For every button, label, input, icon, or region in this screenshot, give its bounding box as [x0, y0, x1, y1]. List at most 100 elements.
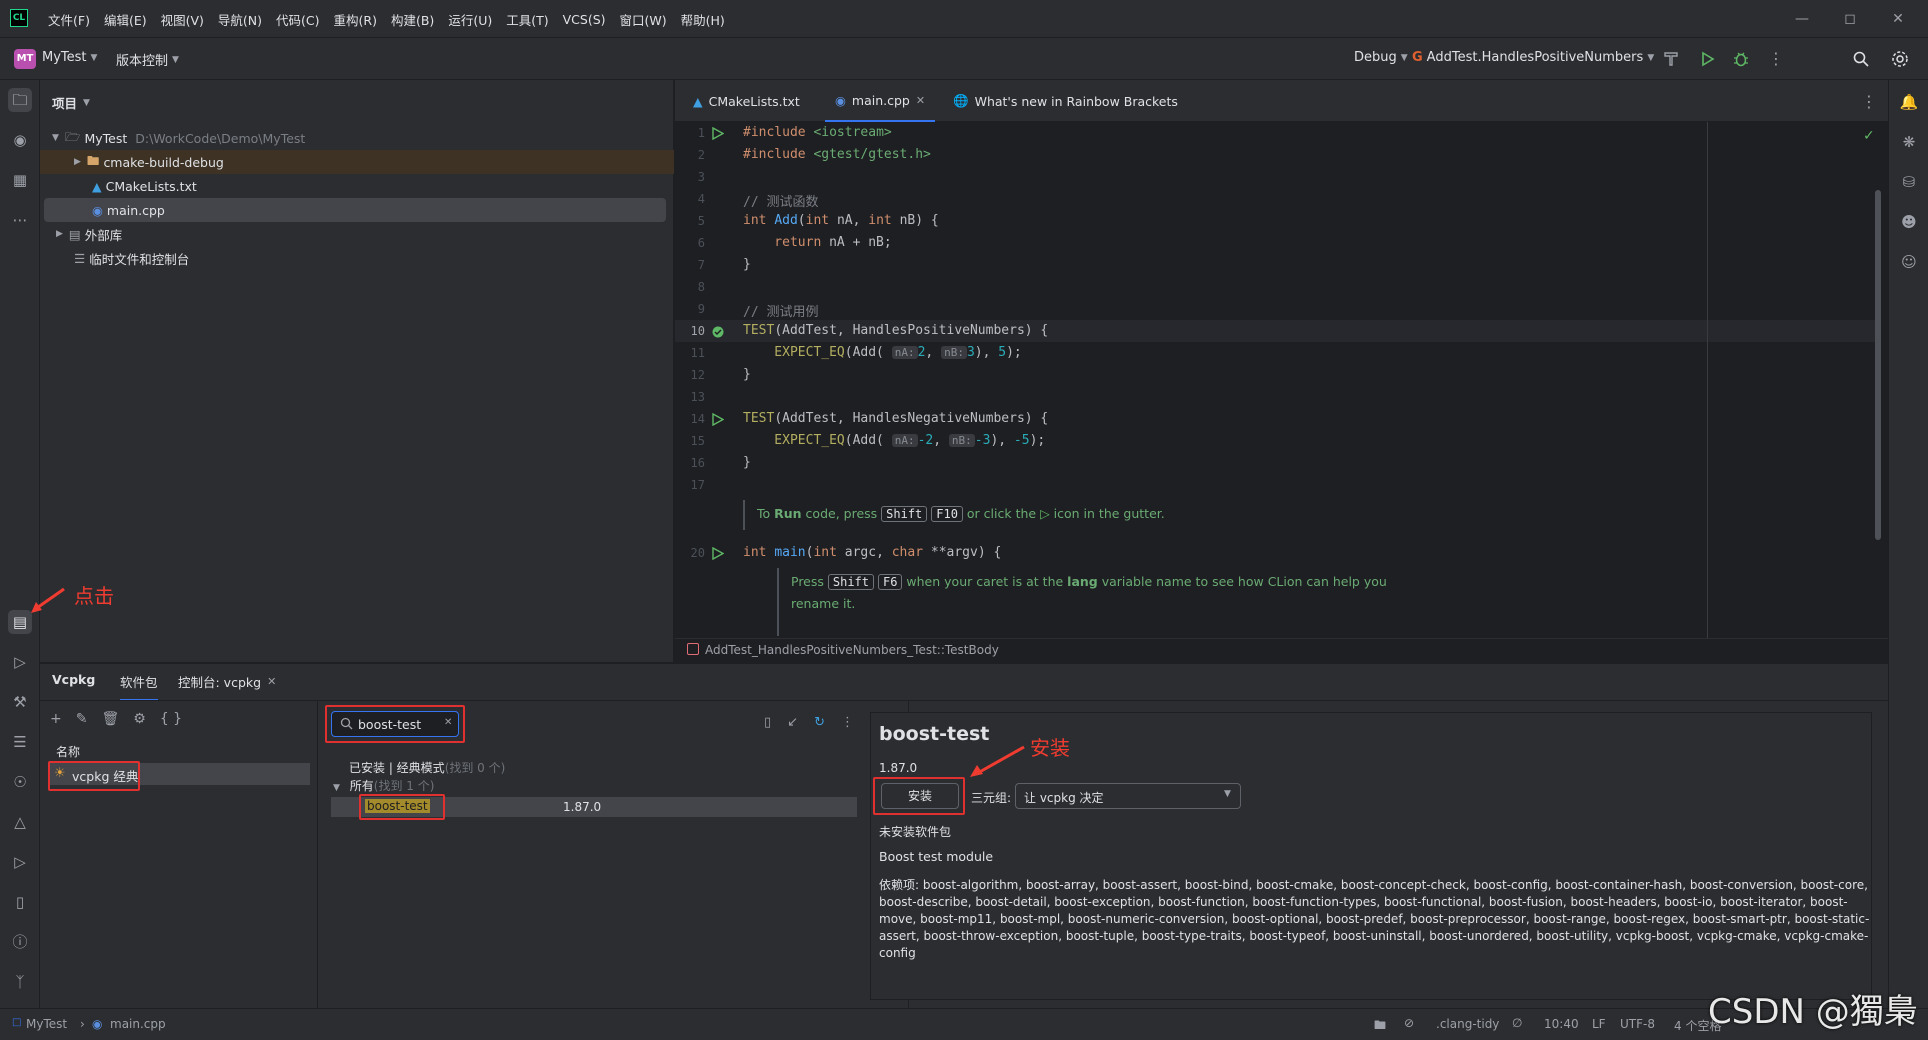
- status-file[interactable]: main.cpp: [110, 1017, 166, 1031]
- more-icon[interactable]: ⋮: [841, 715, 854, 730]
- edit-pencil-icon[interactable]: ✎: [76, 711, 88, 727]
- build-tool-icon[interactable]: ⚒: [8, 690, 32, 714]
- gutter-run-icon[interactable]: [711, 127, 724, 140]
- code-line[interactable]: }: [743, 455, 751, 470]
- code-line[interactable]: TEST(AddTest, HandlesPositiveNumbers) {: [743, 323, 1048, 338]
- cmake-icon[interactable]: △: [8, 810, 32, 834]
- menu-code[interactable]: 代码(C): [276, 10, 319, 29]
- close-tab-icon[interactable]: ✕: [916, 94, 925, 107]
- build-hammer-icon[interactable]: [1662, 50, 1680, 68]
- status-project[interactable]: MyTest: [26, 1017, 67, 1031]
- git-icon[interactable]: ᛉ: [8, 970, 32, 994]
- code-line[interactable]: // 测试用例: [743, 301, 818, 320]
- tree-item-cmakelists[interactable]: ▲ CMakeLists.txt: [40, 174, 674, 198]
- maximize-icon[interactable]: ◻: [1838, 8, 1862, 30]
- code-line[interactable]: #include <iostream>: [743, 125, 892, 140]
- copilot-chat-icon[interactable]: ☺: [1897, 250, 1921, 274]
- code-line[interactable]: EXPECT_EQ(Add( nA: -2, nB: -3), -5);: [743, 433, 1045, 448]
- collapse-icon[interactable]: ↙: [787, 715, 798, 730]
- status-line-separator[interactable]: LF: [1592, 1017, 1606, 1031]
- todo-icon[interactable]: ☰: [8, 730, 32, 754]
- triplet-select[interactable]: 让 vcpkg 决定 ▼: [1015, 783, 1241, 809]
- menu-edit[interactable]: 编辑(E): [104, 10, 147, 29]
- tab-vcpkg[interactable]: Vcpkg: [52, 672, 95, 687]
- code-line[interactable]: #include <gtest/gtest.h>: [743, 147, 931, 162]
- code-line[interactable]: EXPECT_EQ(Add( nA: 2, nB: 3), 5);: [743, 345, 1021, 360]
- folder-icon[interactable]: 🖿: [1374, 1016, 1386, 1037]
- tab-cmakelists[interactable]: ▲ CMakeLists.txt: [683, 80, 810, 122]
- run-config-select[interactable]: G AddTest.HandlesPositiveNumbers ▼: [1412, 50, 1654, 65]
- tree-root[interactable]: ▼ 🗁 MyTest D:\WorkCode\Demo\MyTest: [40, 126, 674, 150]
- menu-view[interactable]: 视图(V): [161, 10, 204, 29]
- tree-item-main-cpp[interactable]: ◉ main.cpp: [44, 198, 666, 222]
- tree-item-cmake-build-debug[interactable]: ▶ 🖿 cmake-build-debug: [40, 150, 674, 174]
- menu-window[interactable]: 窗口(W): [620, 10, 667, 29]
- database-icon[interactable]: ⛁: [1897, 170, 1921, 194]
- code-line[interactable]: }: [743, 257, 751, 272]
- terminal-icon[interactable]: ▯: [764, 715, 771, 730]
- close-tab-icon[interactable]: ✕: [267, 675, 276, 688]
- structure-icon[interactable]: ▦: [8, 168, 32, 192]
- gutter-test-passed-icon[interactable]: [711, 325, 725, 339]
- menu-navigate[interactable]: 导航(N): [218, 10, 262, 29]
- tab-whats-new[interactable]: 🌐 What's new in Rainbow Brackets: [943, 80, 1188, 122]
- menu-run[interactable]: 运行(U): [448, 10, 492, 29]
- settings-icon[interactable]: ⚙: [133, 711, 146, 727]
- menu-file[interactable]: 文件(F): [48, 10, 90, 29]
- notifications-bell-icon[interactable]: 🔔: [1897, 90, 1921, 114]
- status-position[interactable]: 10:40: [1544, 1017, 1579, 1031]
- tree-item-scratches[interactable]: ☰ 临时文件和控制台: [40, 246, 674, 270]
- tab-main-cpp[interactable]: ◉ main.cpp ✕: [825, 80, 936, 122]
- debug-tool-icon[interactable]: ▷: [8, 850, 32, 874]
- close-window-icon[interactable]: ✕: [1886, 8, 1910, 30]
- menu-vcs[interactable]: VCS(S): [563, 12, 606, 27]
- no-edit-icon[interactable]: ⊘: [1404, 1016, 1414, 1030]
- status-linter[interactable]: .clang-tidy: [1436, 1017, 1499, 1031]
- project-panel-header[interactable]: 项目 ▼: [52, 93, 90, 112]
- problems-icon[interactable]: ⓘ: [8, 930, 32, 954]
- search-icon[interactable]: [1852, 50, 1870, 68]
- build-config-select[interactable]: Debug ▼: [1354, 50, 1408, 65]
- code-line[interactable]: int main(int argc, char **argv) {: [743, 545, 1001, 560]
- add-icon[interactable]: +: [50, 711, 62, 727]
- copilot-icon[interactable]: ☻: [1897, 210, 1921, 234]
- project-folder-icon[interactable]: 🗀: [8, 88, 32, 112]
- gutter-run-icon[interactable]: [711, 413, 724, 426]
- menu-build[interactable]: 构建(B): [391, 10, 434, 29]
- status-encoding[interactable]: UTF-8: [1620, 1017, 1655, 1031]
- installed-group[interactable]: 已安装 | 经典模式(找到 0 个): [349, 759, 505, 776]
- debug-icon[interactable]: [1732, 50, 1750, 68]
- code-line[interactable]: int Add(int nA, int nB) {: [743, 213, 939, 228]
- refresh-icon[interactable]: ↻: [814, 715, 825, 730]
- menu-refactor[interactable]: 重构(R): [334, 10, 377, 29]
- run-tool-icon[interactable]: ▷: [8, 650, 32, 674]
- menu-help[interactable]: 帮助(H): [681, 10, 725, 29]
- tabs-more-icon[interactable]: ⋮: [1861, 92, 1877, 111]
- editor-scrollbar[interactable]: [1875, 190, 1881, 540]
- delete-trash-icon[interactable]: 🗑: [101, 711, 119, 727]
- run-icon[interactable]: [1698, 50, 1716, 68]
- gutter-run-icon[interactable]: [711, 547, 724, 560]
- json-braces-icon[interactable]: { }: [160, 711, 182, 727]
- commit-icon[interactable]: ◉: [8, 128, 32, 152]
- minimize-icon[interactable]: —: [1790, 8, 1814, 30]
- code-line[interactable]: TEST(AddTest, HandlesNegativeNumbers) {: [743, 411, 1048, 426]
- lock-icon[interactable]: ∅: [1512, 1016, 1522, 1030]
- code-line[interactable]: // 测试函数: [743, 191, 818, 210]
- code-line[interactable]: return nA + nB;: [743, 235, 891, 250]
- tab-console[interactable]: 控制台: vcpkg ✕: [178, 672, 276, 691]
- terminal-icon[interactable]: ▯: [8, 890, 32, 914]
- all-group[interactable]: ▼ 所有(找到 1 个): [333, 777, 434, 794]
- settings-gear-icon[interactable]: [1890, 49, 1910, 69]
- menu-tools[interactable]: 工具(T): [506, 10, 548, 29]
- tab-packages[interactable]: 软件包: [120, 672, 158, 701]
- more-tools-icon[interactable]: ⋯: [8, 208, 32, 232]
- code-line[interactable]: }: [743, 367, 751, 382]
- ai-assistant-icon[interactable]: ❋: [1897, 130, 1921, 154]
- vcs-menu[interactable]: 版本控制 ▼: [116, 50, 179, 69]
- breadcrumb-function[interactable]: AddTest_HandlesPositiveNumbers_Test::Tes…: [705, 643, 999, 657]
- more-actions-icon[interactable]: ⋮: [1768, 49, 1784, 68]
- project-badge[interactable]: MT: [14, 49, 36, 69]
- project-switcher[interactable]: MyTest ▼: [42, 50, 97, 65]
- services-icon[interactable]: ☉: [8, 770, 32, 794]
